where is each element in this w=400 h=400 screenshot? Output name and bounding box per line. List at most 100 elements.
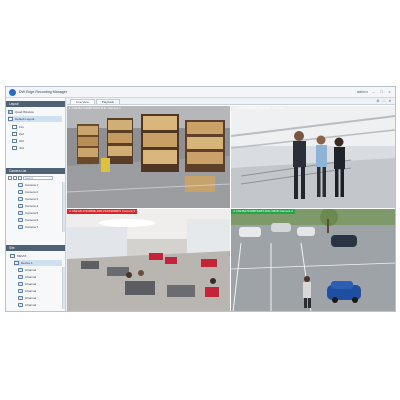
site-tree-device-label: Device 1 (21, 261, 33, 265)
settings-icon[interactable]: ⚙ (376, 99, 380, 103)
camera-item-label: Camera 3 (25, 197, 39, 201)
layout-item-label: 3x3 (19, 139, 24, 143)
camera-item-label: Camera 2 (25, 190, 39, 194)
warehouse-video-feed (67, 106, 230, 208)
site-tree-root-label: MEVIX (17, 254, 27, 258)
layout-icon (8, 117, 13, 121)
layout-item-label: 4x4 (19, 146, 24, 150)
layout-icon (12, 146, 17, 150)
site-list-scrollbar[interactable] (62, 267, 65, 309)
layout-item-selected[interactable]: Default Layout (8, 116, 62, 122)
camera-item-label: Camera 7 (25, 225, 39, 229)
app-title: DW Edge Recording Manager (19, 90, 67, 94)
camera-item[interactable]: Camera 6 (18, 217, 60, 223)
lobby-video-feed (67, 209, 230, 311)
minimize-button[interactable]: – (371, 90, 376, 95)
layout-icon (12, 139, 17, 143)
channel-item[interactable]: Channel (18, 295, 60, 301)
video-tile-camera-4[interactable]: 4: DW-BA7100BTK4BT-DW-VB1B Camera 4 (231, 209, 395, 311)
camera-label-alarm: 3: DW-DF-FS1000E-DW-VC4S1000FS Camera 3 (67, 209, 138, 214)
layout-item-label: Default Layout (15, 117, 35, 121)
channel-item[interactable]: Channel (18, 281, 60, 287)
camera-icon (18, 296, 23, 300)
tab-playback[interactable]: Playback (95, 99, 120, 104)
channel-item-label: Channel (25, 282, 37, 286)
layout-item-label: 2x2 (19, 132, 24, 136)
camera-icon (18, 183, 23, 187)
channel-item[interactable]: Channel (18, 288, 60, 294)
layout-item[interactable]: 2x2 (12, 131, 62, 137)
channel-item-label: Channel (25, 296, 37, 300)
tab-live-view[interactable]: Live View (70, 99, 95, 104)
channel-item-label: Channel (25, 303, 37, 307)
camera-item-label: Camera 4 (25, 204, 39, 208)
camera-item-label: Camera 1 (25, 183, 39, 187)
camera-list-scrollbar[interactable] (62, 182, 65, 232)
site-tree-root[interactable]: MEVIX (10, 253, 62, 259)
layout-panel-header[interactable]: Layout (6, 101, 65, 107)
layout-item[interactable]: Quad Window (8, 109, 62, 115)
camera-item[interactable]: Camera 2 (18, 189, 60, 195)
camera-label: 1: DW-BA7100BTK4BT-B.E. Camera 1 (69, 106, 121, 110)
app-logo-icon (9, 88, 16, 96)
camera-item[interactable]: Camera 7 (18, 224, 60, 230)
camera-icon (18, 275, 23, 279)
camera-icon (18, 190, 23, 194)
user-menu[interactable]: admin ▾ (357, 90, 368, 94)
business-video-feed (231, 106, 395, 208)
camera-icon (18, 204, 23, 208)
layout-item-label: 1x1 (19, 125, 24, 129)
camera-icon (18, 218, 23, 222)
filter-icon[interactable] (18, 176, 22, 180)
camera-icon (18, 289, 23, 293)
layout-icon (12, 132, 17, 136)
camera-toolbar: Search (8, 176, 53, 180)
camera-item[interactable]: Camera 4 (18, 203, 60, 209)
layout-item[interactable]: 4x4 (12, 145, 62, 151)
video-tile-camera-2[interactable]: 2: DW-CB7100BTK4BT-B.E. Camera 2 (231, 106, 395, 208)
sidebar: Layout Quad Window Default Layout 1x1 2x… (6, 98, 66, 311)
camera-icon (18, 303, 23, 307)
channel-item-label: Channel (25, 275, 37, 279)
layout-item-label: Quad Window (15, 110, 34, 114)
layout-item[interactable]: 1x1 (12, 124, 62, 130)
video-tile-camera-1[interactable]: 1: DW-BA7100BTK4BT-B.E. Camera 1 (67, 106, 230, 208)
server-icon (10, 254, 15, 258)
camera-icon (18, 225, 23, 229)
channel-item[interactable]: Channel (18, 302, 60, 308)
window-controls: admin ▾ – □ × (357, 90, 395, 95)
refresh-icon[interactable] (13, 176, 17, 180)
device-icon (14, 261, 19, 265)
site-tree-device[interactable]: Device 1 (14, 260, 62, 266)
camera-label: 2: DW-CB7100BTK4BT-B.E. Camera 2 (233, 106, 285, 110)
camera-item[interactable]: Camera 1 (18, 182, 60, 188)
close-button[interactable]: × (387, 90, 392, 95)
channel-item[interactable]: Channel (18, 274, 60, 280)
app-window: DW Edge Recording Manager admin ▾ – □ × … (5, 86, 396, 312)
parking-video-feed (231, 209, 395, 311)
camera-search-input[interactable]: Search (23, 176, 53, 180)
fullscreen-icon[interactable]: ⛶ (382, 99, 386, 103)
video-area: Live View Playback ⚙ ⛶ ✕ 1: DW-BA7100BTK… (67, 98, 395, 311)
channel-item-label: Channel (25, 289, 37, 293)
maximize-button[interactable]: □ (379, 90, 384, 95)
layout-item[interactable]: 3x3 (12, 138, 62, 144)
close-view-icon[interactable]: ✕ (388, 99, 392, 103)
camera-icon (18, 197, 23, 201)
camera-item[interactable]: Camera 5 (18, 210, 60, 216)
camera-icon (18, 211, 23, 215)
layout-icon (12, 125, 17, 129)
grid-icon (8, 110, 13, 114)
camera-item[interactable]: Camera 3 (18, 196, 60, 202)
channel-item-label: Channel (25, 268, 37, 272)
view-tabs: Live View Playback ⚙ ⛶ ✕ (67, 98, 395, 105)
site-panel-header[interactable]: Site (6, 245, 65, 251)
title-bar: DW Edge Recording Manager admin ▾ – □ × (6, 87, 395, 98)
camera-item-label: Camera 5 (25, 211, 39, 215)
camera-item-label: Camera 6 (25, 218, 39, 222)
video-tile-camera-3[interactable]: 3: DW-DF-FS1000E-DW-VC4S1000FS Camera 3 (67, 209, 230, 311)
view-tools: ⚙ ⛶ ✕ (376, 99, 395, 103)
add-icon[interactable] (8, 176, 12, 180)
camera-panel-header[interactable]: Camera List (6, 168, 65, 174)
channel-item[interactable]: Channel (18, 267, 60, 273)
